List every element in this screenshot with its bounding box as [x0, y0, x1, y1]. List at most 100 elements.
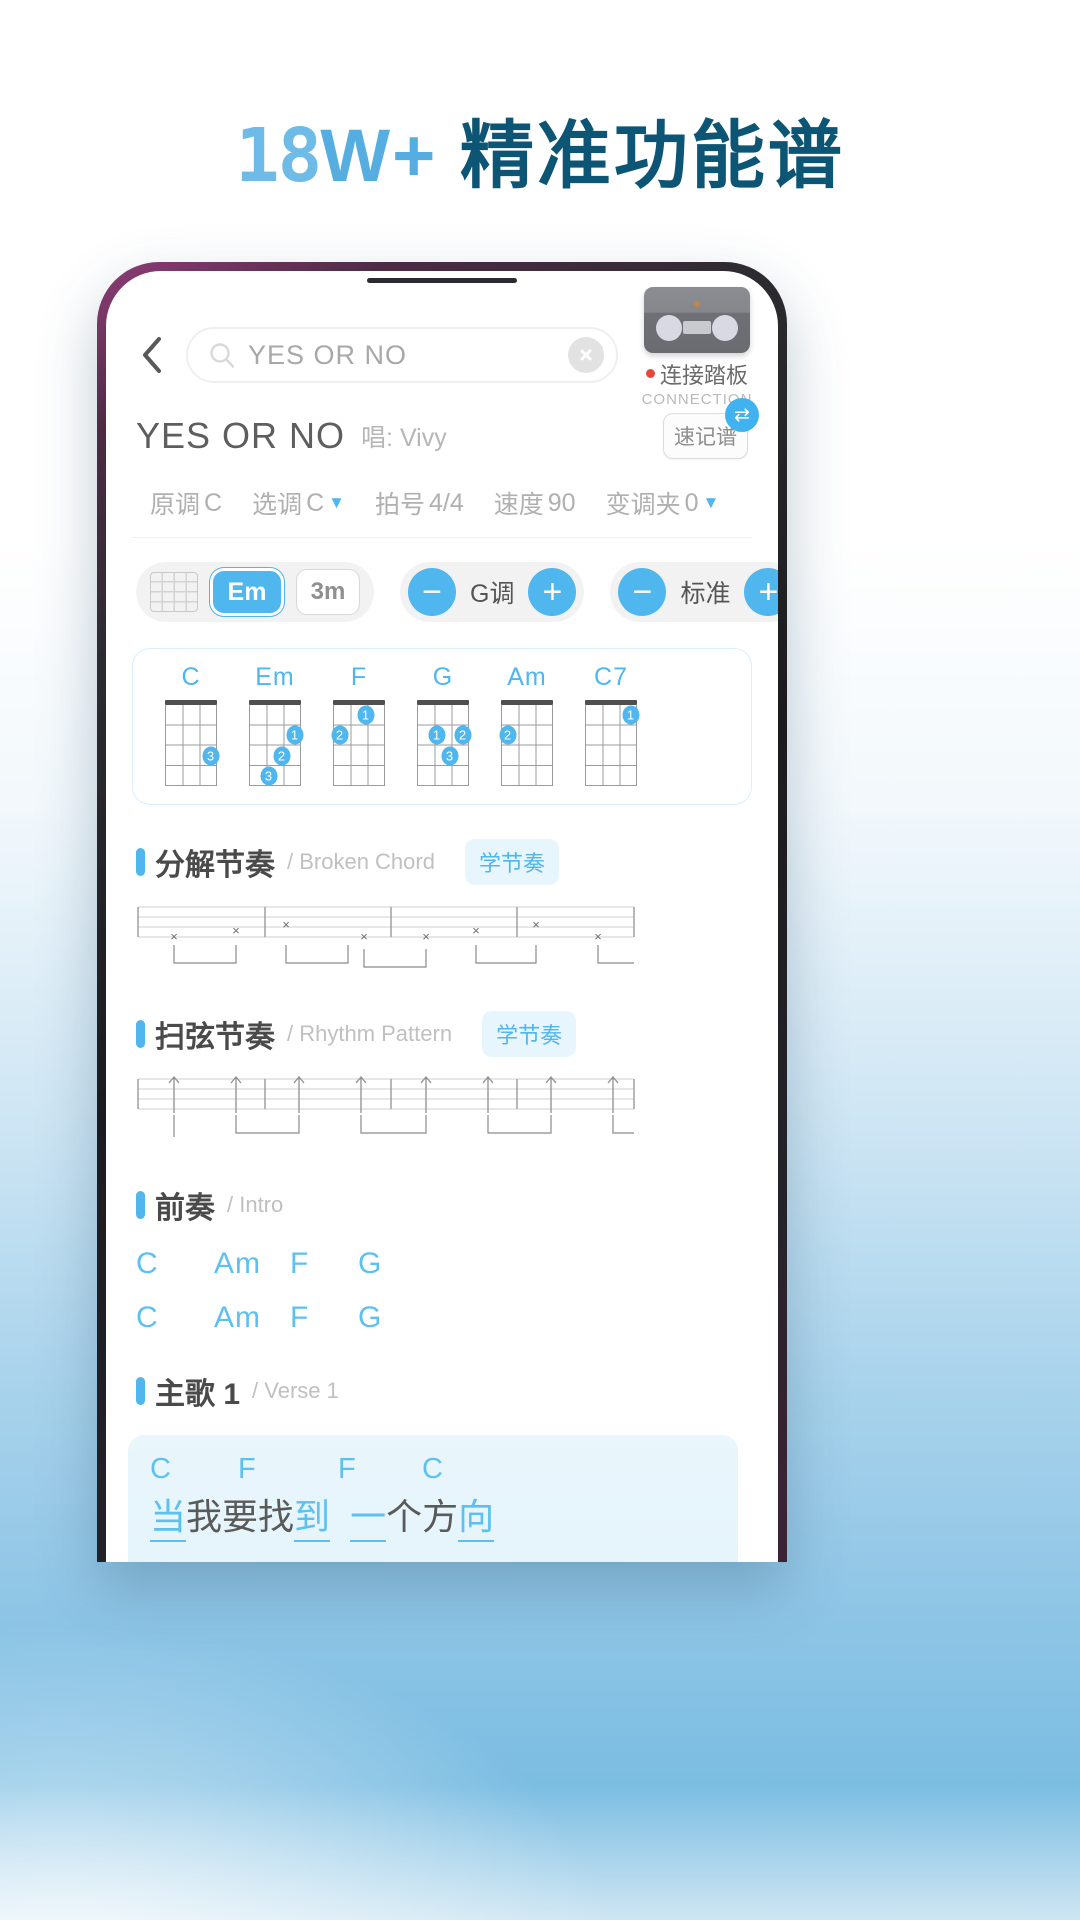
section-subtitle: / Verse 1: [252, 1378, 339, 1403]
tuning-increase-button[interactable]: +: [744, 568, 778, 616]
chord-symbol: F: [290, 1301, 310, 1334]
key-increase-button[interactable]: +: [528, 568, 577, 616]
connect-pedal-button[interactable]: 连接踏板 CONNECTION: [642, 286, 752, 408]
meta-label: 原调: [150, 491, 201, 519]
app-screen: YES OR NO 连接踏板 CONNECTION YES OR NO 唱: V…: [106, 271, 778, 1562]
intro-chord-line-2: C Am F G: [132, 1301, 752, 1335]
chord-symbol: F: [238, 1453, 256, 1485]
section-title: 分解节奏: [155, 849, 275, 882]
finger-dot: 3: [441, 746, 458, 766]
chord-diagram[interactable]: G 123: [401, 663, 485, 786]
finger-dot: 1: [357, 705, 374, 725]
chord-diagram-panel: C 3 Em 1 2 3 F 1 2 G 1 2 3 Am 2 C7 1: [132, 648, 752, 805]
chord-symbol: G: [358, 1301, 383, 1334]
svg-text:×: ×: [472, 923, 480, 938]
chord-diagram[interactable]: C3: [149, 663, 233, 786]
chord-symbol: Am: [214, 1247, 261, 1280]
chord-symbol: G: [358, 1247, 383, 1280]
svg-text:×: ×: [532, 917, 540, 932]
intro-chord-line-1: C Am F G: [132, 1247, 752, 1281]
section-accent-bar: [136, 848, 145, 876]
shorthand-score-button[interactable]: 速记谱 ⇄: [663, 398, 759, 459]
back-button[interactable]: [132, 332, 172, 378]
meta-value: 4/4: [429, 488, 464, 517]
section-subtitle: / Rhythm Pattern: [287, 1021, 453, 1046]
lyric-block-verse-1[interactable]: C F F C 当 我要找 到 一 个方 向 C F F: [128, 1435, 738, 1562]
lyric-syllable: 我要找: [186, 1496, 295, 1537]
key-decrease-button[interactable]: −: [408, 568, 456, 616]
finger-dot: 2: [499, 725, 516, 745]
tuning-stepper: − 标准 +: [610, 562, 778, 622]
lyric-chord-row: C F F C: [150, 1453, 716, 1486]
lyric-syllable: 一: [350, 1488, 387, 1542]
meta-selected-key[interactable]: 选调 C ▼: [252, 485, 345, 521]
chip-chord-em[interactable]: Em: [210, 568, 284, 616]
finger-dot: 2: [273, 746, 290, 766]
meta-value: 0: [684, 488, 699, 517]
chord-diagram[interactable]: F 12: [317, 663, 401, 786]
learn-rhythm-button-strum[interactable]: 学节奏: [482, 1011, 577, 1057]
search-input[interactable]: YES OR NO: [186, 327, 618, 383]
tuning-decrease-button[interactable]: −: [618, 568, 667, 616]
finger-dot: 1: [286, 725, 303, 745]
pedal-led-icon: [694, 300, 700, 307]
meta-label: 变调夹: [605, 491, 681, 519]
section-accent-bar: [136, 1191, 145, 1219]
svg-text:×: ×: [282, 917, 290, 932]
close-icon: [580, 349, 592, 361]
chord-symbol: C: [422, 1453, 443, 1485]
meta-value: 90: [547, 488, 576, 517]
svg-text:×: ×: [360, 929, 368, 944]
phone-frame: YES OR NO 连接踏板 CONNECTION YES OR NO 唱: V…: [97, 262, 787, 1562]
learn-rhythm-button-broken[interactable]: 学节奏: [464, 839, 559, 885]
section-title: 扫弦节奏: [155, 1021, 275, 1054]
phone-screen-bezel: YES OR NO 连接踏板 CONNECTION YES OR NO 唱: V…: [106, 271, 778, 1562]
section-accent-bar: [136, 1377, 145, 1405]
chord-symbol: C: [136, 1301, 159, 1334]
meta-value: C: [204, 488, 223, 517]
section-broken-chord-header: 分解节奏 / Broken Chord 学节奏: [132, 839, 752, 885]
pedal-knob-left: [656, 314, 682, 341]
chord-symbol: C: [136, 1247, 159, 1280]
svg-text:×: ×: [232, 923, 240, 938]
status-dot-icon: [645, 369, 655, 378]
chord-diagram-name: Em: [255, 663, 295, 691]
lyric-gap: [330, 1488, 350, 1542]
svg-text:×: ×: [170, 929, 178, 944]
finger-dot: 2: [454, 725, 471, 745]
clear-search-button[interactable]: [568, 337, 604, 373]
section-title: 主歌 1: [155, 1378, 241, 1411]
chord-grid-icon[interactable]: [150, 572, 198, 612]
section-strum-header: 扫弦节奏 / Rhythm Pattern 学节奏: [132, 1011, 752, 1057]
tab-staff-strum: [137, 1075, 635, 1137]
song-meta-row: 原调 C 选调 C ▼ 拍号 4/4 速度 90 变调夹 0 ▼: [132, 485, 752, 538]
fret-grid: [501, 705, 553, 786]
finger-dot: 3: [202, 746, 219, 766]
lyric-syllable: 到: [294, 1488, 331, 1542]
meta-label: 拍号: [374, 491, 425, 519]
chord-diagram-name: G: [432, 663, 454, 691]
chord-diagram-name: F: [350, 663, 368, 691]
chevron-down-icon: ▼: [328, 493, 345, 512]
meta-capo[interactable]: 变调夹 0 ▼: [606, 485, 720, 521]
svg-text:×: ×: [422, 929, 430, 944]
section-intro-header: 前奏 / Intro: [132, 1183, 752, 1227]
pedal-device-image: [644, 286, 750, 353]
chord-diagram-name: Am: [507, 663, 547, 691]
fretboard: 12: [331, 700, 385, 786]
lyric-syllable: 当: [150, 1488, 187, 1542]
chord-diagram[interactable]: C7 1: [569, 663, 653, 786]
song-artist: 唱: Vivy: [361, 418, 447, 454]
swap-icon: ⇄: [725, 398, 759, 432]
meta-tempo: 速度 90: [494, 485, 576, 521]
chord-diagram[interactable]: Am 2: [485, 663, 569, 786]
chip-chord-3m[interactable]: 3m: [296, 569, 360, 615]
headline-text: 精准功能谱: [459, 114, 845, 197]
song-title: YES OR NO: [136, 415, 346, 456]
pedal-label-row: 连接踏板: [645, 358, 748, 390]
finger-dot: 3: [260, 766, 277, 786]
chevron-left-icon: [143, 337, 161, 373]
tuning-value: 标准: [680, 580, 731, 608]
chord-diagram[interactable]: Em 1 2 3: [233, 663, 317, 786]
fretboard: 3: [165, 700, 219, 786]
